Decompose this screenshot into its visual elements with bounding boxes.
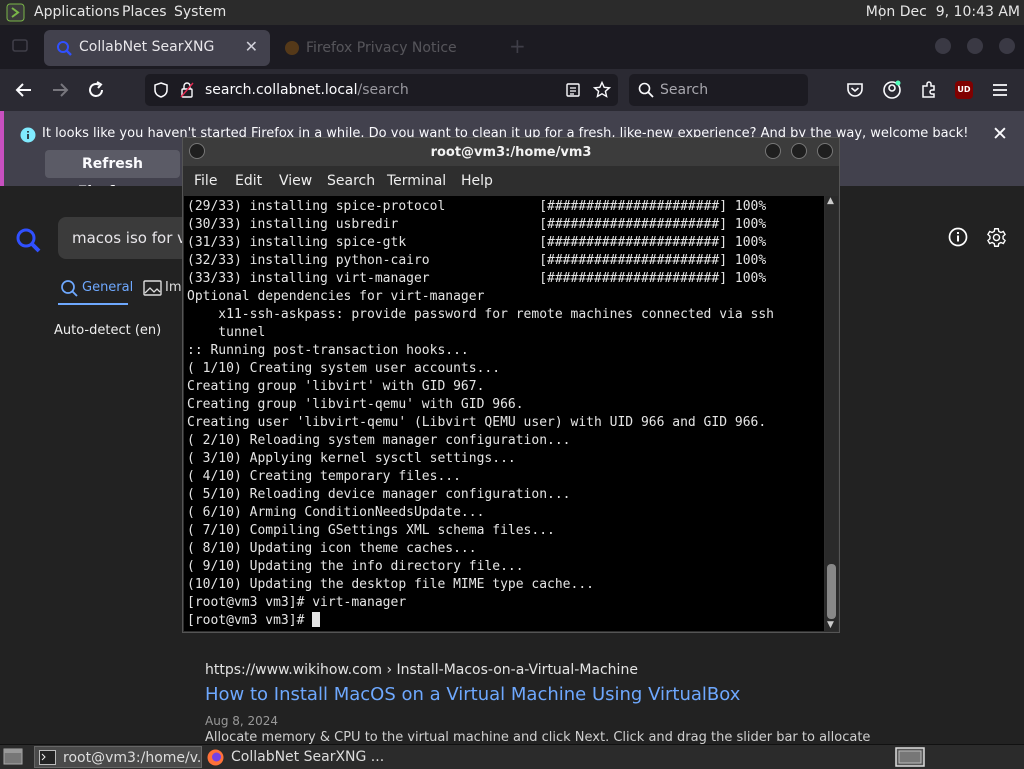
menu-view[interactable]: View <box>279 173 312 189</box>
category-general[interactable]: General <box>82 280 133 295</box>
close-tab-icon[interactable]: ✕ <box>245 37 258 56</box>
close-window-icon[interactable] <box>999 38 1015 54</box>
reader-view-icon[interactable] <box>565 82 581 98</box>
menu-system[interactable]: System <box>174 4 226 20</box>
firefox-view-icon[interactable] <box>11 37 29 55</box>
search-query-text: macos iso for vi <box>72 229 191 247</box>
search-placeholder: Search <box>660 82 709 98</box>
result-snippet: Allocate memory & CPU to the virtual mac… <box>205 730 871 745</box>
tab-label: CollabNet SearXNG <box>79 39 215 55</box>
taskbar-label: CollabNet SearXNG ... <box>231 749 384 765</box>
maximize-window-icon[interactable] <box>967 38 983 54</box>
result-url[interactable]: https://www.wikihow.com › Install-Macos-… <box>205 662 638 678</box>
scroll-down-icon[interactable]: ▼ <box>827 620 834 630</box>
hamburger-menu-icon[interactable] <box>991 82 1009 98</box>
refresh-firefox-button[interactable]: Refresh Firefox… <box>45 150 180 200</box>
taskbar-item-terminal[interactable]: root@vm3:/home/v... <box>34 746 202 768</box>
menu-places[interactable]: Places <box>122 4 167 20</box>
terminal-scrollbar[interactable]: ▲ ▼ <box>825 196 838 631</box>
distro-logo-icon[interactable] <box>6 3 25 22</box>
menu-search[interactable]: Search <box>327 173 375 189</box>
close-notification-icon[interactable]: ✕ <box>992 123 1008 145</box>
tracking-shield-icon[interactable] <box>153 82 169 98</box>
top-panel: Applications Places System Mon Dec 9, 10… <box>0 0 1024 26</box>
searxng-favicon-icon <box>57 41 72 56</box>
firefox-app-icon <box>207 749 224 766</box>
close-icon[interactable] <box>817 143 833 159</box>
workspace-switcher-icon[interactable] <box>895 747 925 767</box>
menu-help[interactable]: Help <box>461 173 493 189</box>
result-date: Aug 8, 2024 <box>205 714 279 728</box>
general-search-icon <box>61 280 78 297</box>
language-selector[interactable]: Auto-detect (en) <box>54 323 161 338</box>
menu-terminal[interactable]: Terminal <box>387 173 446 189</box>
ublock-badge-text: UD <box>957 85 971 94</box>
searxng-logo-icon[interactable] <box>15 227 41 253</box>
firefox-nav-bar: search.collabnet.local/search Search UD <box>0 69 1024 111</box>
new-tab-icon[interactable]: + <box>509 34 526 58</box>
terminal-app-icon <box>39 750 56 765</box>
reload-icon[interactable] <box>85 79 107 101</box>
terminal-output[interactable]: (29/33) installing spice-protocol [#####… <box>184 196 824 631</box>
ublock-origin-icon[interactable]: UD <box>955 81 973 99</box>
menu-edit[interactable]: Edit <box>235 173 262 189</box>
url-bar[interactable]: search.collabnet.local/search <box>145 74 618 106</box>
menu-applications[interactable]: Applications <box>34 4 120 20</box>
pocket-icon[interactable] <box>846 81 864 99</box>
about-info-icon[interactable] <box>948 227 968 247</box>
result-breadcrumb: › Install-Macos-on-a-Virtual-Machine <box>386 662 638 678</box>
url-path: /search <box>357 82 409 98</box>
maximize-icon[interactable] <box>791 143 807 159</box>
taskbar-item-firefox[interactable]: CollabNet SearXNG ... <box>204 746 384 768</box>
menu-file[interactable]: File <box>194 173 217 189</box>
minimize-window-icon[interactable] <box>935 38 951 54</box>
tab-searxng[interactable]: CollabNet SearXNG ✕ <box>44 30 270 66</box>
clock[interactable]: Mon Dec 9, 10:43 AM <box>866 4 1020 20</box>
account-icon[interactable] <box>882 80 902 100</box>
minimize-icon[interactable] <box>765 143 781 159</box>
preferences-gear-icon[interactable] <box>986 227 1007 248</box>
result-title-link[interactable]: How to Install MacOS on a Virtual Machin… <box>205 684 740 705</box>
url-text[interactable]: search.collabnet.local/search <box>205 82 409 98</box>
firefox-tab-bar: CollabNet SearXNG ✕ Firefox Privacy Noti… <box>0 25 1024 69</box>
scroll-up-icon[interactable]: ▲ <box>827 196 834 206</box>
result-site: https://www.wikihow.com <box>205 662 382 678</box>
search-query-input[interactable]: macos iso for vi <box>58 217 191 259</box>
info-icon <box>20 127 36 143</box>
tab-label: Firefox Privacy Notice <box>306 40 457 56</box>
forward-arrow-icon[interactable] <box>49 79 71 101</box>
terminal-titlebar[interactable]: root@vm3:/home/vm3 <box>183 138 839 166</box>
bottom-panel: root@vm3:/home/v... CollabNet SearXNG ..… <box>0 744 1024 769</box>
terminal-title: root@vm3:/home/vm3 <box>430 145 592 160</box>
images-icon <box>143 280 162 296</box>
active-category-underline <box>58 303 128 305</box>
url-host: search.collabnet.local <box>205 82 358 98</box>
tab-privacy-notice[interactable]: Firefox Privacy Notice <box>276 33 486 65</box>
extensions-icon[interactable] <box>919 80 939 100</box>
search-bar[interactable]: Search <box>629 74 808 106</box>
terminal-menubar: File Edit View Search Terminal Help <box>183 166 839 196</box>
search-icon <box>638 82 654 98</box>
scrollbar-thumb[interactable] <box>827 564 836 619</box>
show-desktop-icon[interactable] <box>3 748 23 765</box>
terminal-cursor <box>312 612 321 627</box>
terminal-text: (29/33) installing spice-protocol [#####… <box>187 199 774 628</box>
firefox-favicon-icon <box>285 41 299 55</box>
lock-icon[interactable] <box>179 81 195 99</box>
bookmark-star-icon[interactable] <box>593 81 611 99</box>
back-arrow-icon[interactable] <box>13 79 35 101</box>
taskbar-label: root@vm3:/home/v... <box>63 750 202 766</box>
terminal-window[interactable]: root@vm3:/home/vm3 File Edit View Search… <box>182 137 840 633</box>
